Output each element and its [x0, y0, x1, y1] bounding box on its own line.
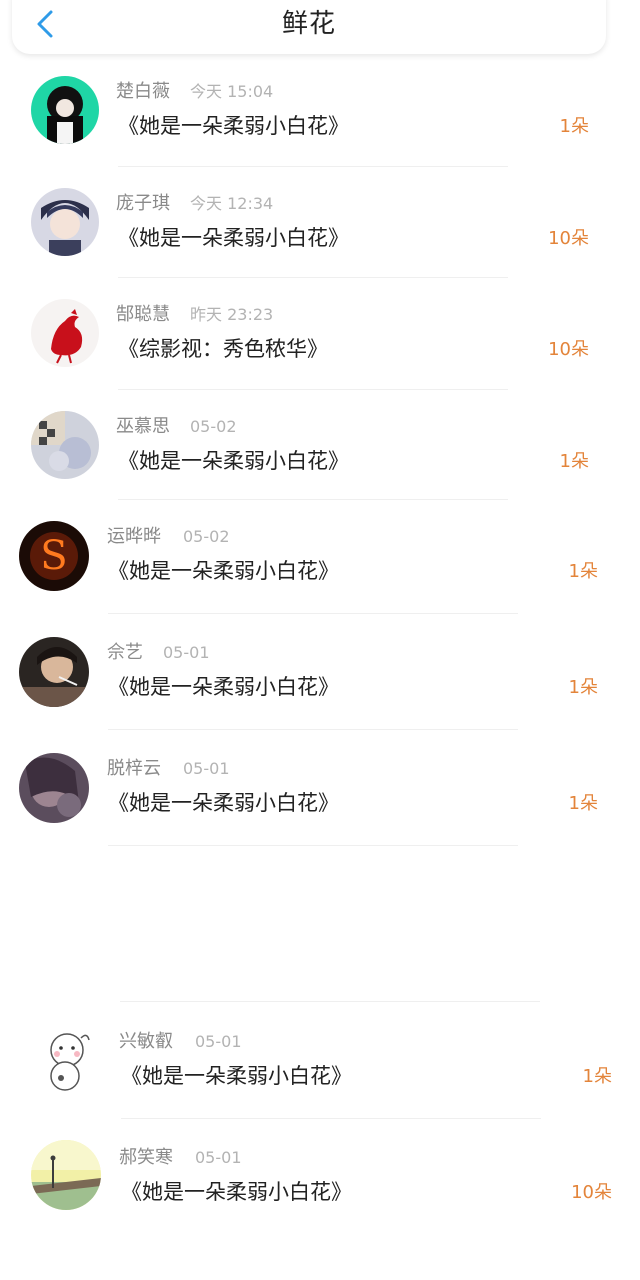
book-title: 《综影视：秀色秾华》 — [118, 337, 328, 361]
avatar — [19, 637, 89, 707]
time-stamp: 05-01 — [195, 1032, 242, 1051]
flower-count: 1朵 — [582, 1066, 612, 1087]
avatar — [31, 1026, 101, 1096]
flower-count: 1朵 — [568, 793, 598, 814]
flower-count: 10朵 — [548, 228, 589, 249]
user-name: 兴敏叡 — [119, 1031, 173, 1052]
list-item[interactable]: 郝笑寒 05-01 《她是一朵柔弱小白花》 10朵 — [0, 1132, 640, 1244]
divider — [108, 729, 518, 730]
time-stamp: 05-02 — [183, 527, 230, 546]
list-item[interactable]: 楚白薇 今天 15:04 《她是一朵柔弱小白花》 1朵 — [0, 66, 640, 178]
time-stamp: 05-01 — [183, 759, 230, 778]
time-stamp: 05-01 — [163, 643, 210, 662]
book-title: 《她是一朵柔弱小白花》 — [108, 559, 339, 583]
flower-count: 1朵 — [559, 451, 589, 472]
book-title: 《她是一朵柔弱小白花》 — [108, 675, 339, 699]
avatar — [31, 411, 99, 479]
list-item[interactable]: 脱梓云 05-01 《她是一朵柔弱小白花》 1朵 — [0, 743, 640, 855]
divider — [118, 166, 508, 167]
book-title: 《她是一朵柔弱小白花》 — [108, 791, 339, 815]
user-name: 楚白薇 — [116, 81, 170, 102]
divider — [118, 277, 508, 278]
avatar — [31, 299, 99, 367]
flower-count: 10朵 — [571, 1182, 612, 1203]
flower-count: 10朵 — [548, 339, 589, 360]
list-item[interactable]: 兴敏叡 05-01 《她是一朵柔弱小白花》 1朵 — [0, 1016, 640, 1128]
time-stamp: 05-02 — [190, 417, 237, 436]
flower-count: 1朵 — [568, 561, 598, 582]
page-title: 鲜花 — [281, 9, 336, 39]
divider — [108, 845, 518, 846]
list-item[interactable]: 佘艺 05-01 《她是一朵柔弱小白花》 1朵 — [0, 627, 640, 739]
user-name: 郜聪慧 — [116, 304, 170, 325]
list-item[interactable]: 郜聪慧 昨天 23:23 《综影视：秀色秾华》 10朵 — [0, 289, 640, 401]
svg-text:S: S — [40, 533, 67, 579]
avatar — [31, 188, 99, 256]
time-stamp: 05-01 — [195, 1148, 242, 1167]
time-stamp: 今天 15:04 — [190, 82, 274, 101]
flower-count: 1朵 — [568, 677, 598, 698]
user-name: 郝笑寒 — [119, 1147, 173, 1168]
top-bar: 鲜花 — [12, 0, 606, 54]
divider — [118, 499, 508, 500]
user-name: 佘艺 — [107, 642, 143, 663]
divider — [121, 1118, 541, 1119]
book-title: 《她是一朵柔弱小白花》 — [121, 1064, 352, 1088]
time-stamp: 昨天 23:23 — [190, 305, 274, 324]
book-title: 《她是一朵柔弱小白花》 — [118, 114, 349, 138]
avatar: S — [19, 521, 89, 591]
user-name: 庞子琪 — [116, 193, 170, 214]
book-title: 《她是一朵柔弱小白花》 — [118, 226, 349, 250]
user-name: 运晔晔 — [107, 526, 161, 547]
list-item[interactable]: S 运晔晔 05-02 《她是一朵柔弱小白花》 1朵 — [0, 511, 640, 623]
flower-count: 1朵 — [559, 116, 589, 137]
user-name: 脱梓云 — [107, 758, 161, 779]
book-title: 《她是一朵柔弱小白花》 — [118, 449, 349, 473]
divider — [120, 1001, 540, 1002]
list-item[interactable]: 庞子琪 今天 12:34 《她是一朵柔弱小白花》 10朵 — [0, 178, 640, 290]
user-name: 巫慕思 — [116, 416, 170, 437]
divider — [118, 389, 508, 390]
avatar — [31, 1140, 101, 1210]
book-title: 《她是一朵柔弱小白花》 — [121, 1180, 352, 1204]
list-item[interactable]: 巫慕思 05-02 《她是一朵柔弱小白花》 1朵 — [0, 401, 640, 513]
time-stamp: 今天 12:34 — [190, 194, 274, 213]
avatar — [31, 76, 99, 144]
divider — [108, 613, 518, 614]
avatar — [19, 753, 89, 823]
